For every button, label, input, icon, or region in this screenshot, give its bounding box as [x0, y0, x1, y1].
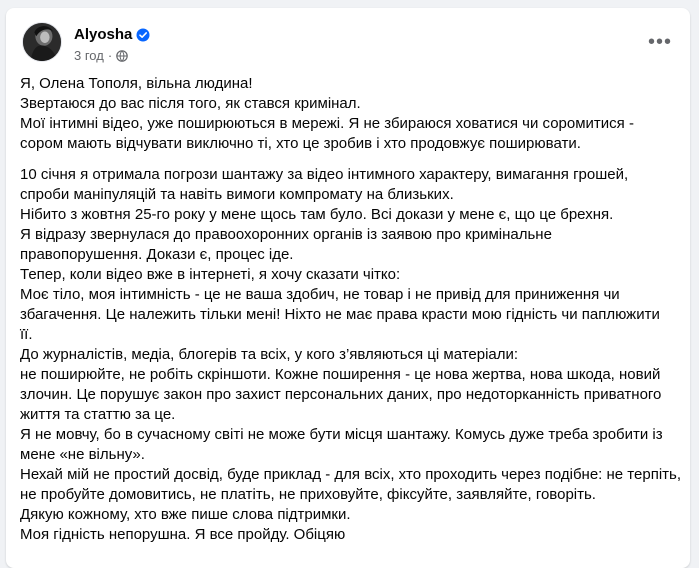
- text-line: Я відразу звернулася до правоохоронних о…: [20, 226, 552, 243]
- text-line: Нехай мій не простий досвід, буде прикла…: [20, 466, 682, 483]
- text-line: життя та статтю за це.: [20, 406, 176, 423]
- text-line: Я не мовчу, бо в сучасному світі не може…: [20, 426, 663, 443]
- post-header: Alyosha 3 год · •••: [18, 20, 678, 64]
- text-line: її.: [20, 326, 33, 343]
- verified-badge-icon: [136, 28, 150, 42]
- post-meta: 3 год ·: [74, 48, 128, 63]
- text-line: не поширюйте, не робіть скріншоти. Кожне…: [20, 366, 661, 383]
- text-line: Нібито з жовтня 25-го року у мене щось т…: [20, 206, 614, 223]
- text-line: не пробуйте домовитись, не платіть, не п…: [20, 486, 596, 503]
- avatar-image: [23, 23, 61, 61]
- text-line: Моя гідність непорушна. Я все пройду. Об…: [20, 526, 346, 543]
- post-card: Alyosha 3 год · ••• Я, Олена Тополя, віл…: [6, 8, 690, 568]
- meta-separator: ·: [107, 48, 113, 63]
- text-line: мене «не вільну».: [20, 446, 145, 463]
- text-line: Мої інтимні відео, уже поширюються в мер…: [20, 115, 634, 132]
- post-time[interactable]: 3 год: [74, 48, 104, 63]
- paragraph-1: Я, Олена Тополя, вільна людина! Звертаюс…: [20, 74, 660, 154]
- text-line: правопорушення. Докази є, процес іде.: [20, 246, 294, 263]
- text-line: Тепер, коли відео вже в інтернеті, я хоч…: [20, 266, 401, 283]
- post-text: Я, Олена Тополя, вільна людина! Звертаюс…: [20, 74, 682, 556]
- globe-icon[interactable]: [116, 49, 128, 62]
- more-options-icon[interactable]: •••: [642, 24, 678, 60]
- avatar[interactable]: [22, 22, 62, 62]
- text-line: збагачення. Це належить тільки мені! Ніх…: [20, 306, 660, 323]
- paragraph-2: 10 січня я отримала погрози шантажу за в…: [20, 165, 682, 545]
- text-line: спроби маніпуляцій та навіть вимоги комп…: [20, 186, 454, 203]
- text-line: Дякую кожному, хто вже пише слова підтри…: [20, 506, 351, 523]
- text-line: До журналістів, медіа, блогерів та всіх,…: [20, 346, 519, 363]
- more-options-glyph: •••: [647, 30, 672, 53]
- text-line: злочин. Це порушує закон про захист перс…: [20, 386, 662, 403]
- text-line: Я, Олена Тополя, вільна людина!: [20, 75, 253, 92]
- author-name-text[interactable]: Alyosha: [74, 26, 132, 43]
- text-line: Моє тіло, моя інтимність - це не ваша зд…: [20, 286, 620, 303]
- text-line: 10 січня я отримала погрози шантажу за в…: [20, 166, 629, 183]
- author-name[interactable]: Alyosha: [74, 26, 150, 43]
- text-line: Звертаюся до вас після того, як стався к…: [20, 95, 361, 112]
- text-line: сором мають відчувати виключно ті, хто ц…: [20, 135, 581, 152]
